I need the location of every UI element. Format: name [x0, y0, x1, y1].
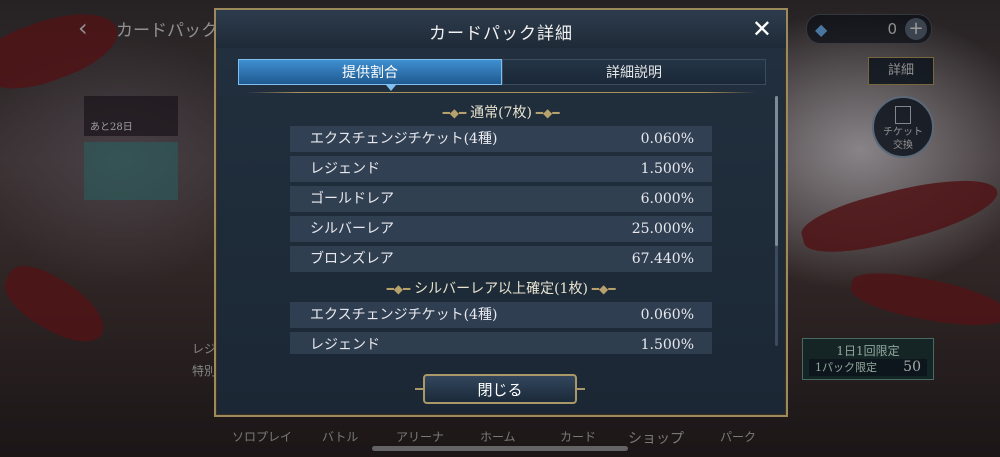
dialog-title: カードパック詳細: [429, 24, 573, 44]
rate-row: ゴールドレア 6.000%: [290, 186, 712, 212]
scrollbar-thumb[interactable]: [775, 96, 778, 246]
button-ornament: [415, 388, 423, 390]
close-button-label: 閉じる: [477, 381, 523, 399]
divider: [246, 92, 756, 93]
rate-row: ブロンズレア 67.440%: [290, 246, 712, 272]
card-pack-detail-dialog: カードパック詳細 ✕ 提供割合 詳細説明 ━◆━ 通常(7枚) ━◆━ エクスチ…: [214, 8, 788, 417]
section-heading: ━◆━ 通常(7枚) ━◆━: [442, 105, 560, 121]
scrollbar[interactable]: [775, 96, 778, 346]
rates-list[interactable]: ━◆━ 通常(7枚) ━◆━ エクスチェンジチケット(4種) 0.060% レジェ…: [246, 100, 756, 354]
tab-bar: 提供割合 詳細説明: [238, 59, 766, 91]
rate-row: シルバーレア 25.000%: [290, 216, 712, 242]
dialog-header: カードパック詳細 ✕: [216, 10, 786, 48]
close-icon[interactable]: ✕: [752, 15, 772, 43]
tab-drop-rates[interactable]: 提供割合: [238, 59, 502, 85]
rate-row: エクスチェンジチケット(4種) 0.060%: [290, 302, 712, 328]
button-ornament: [577, 388, 585, 390]
tab-details[interactable]: 詳細説明: [502, 59, 766, 85]
rate-row: レジェンド 1.500%: [290, 156, 712, 182]
section-heading: ━◆━ シルバーレア以上確定(1枚) ━◆━: [386, 281, 616, 297]
rate-row: レジェンド 1.500%: [290, 332, 712, 354]
rate-row: エクスチェンジチケット(4種) 0.060%: [290, 126, 712, 152]
active-tab-pointer: [386, 85, 396, 91]
close-button[interactable]: 閉じる: [415, 374, 585, 404]
